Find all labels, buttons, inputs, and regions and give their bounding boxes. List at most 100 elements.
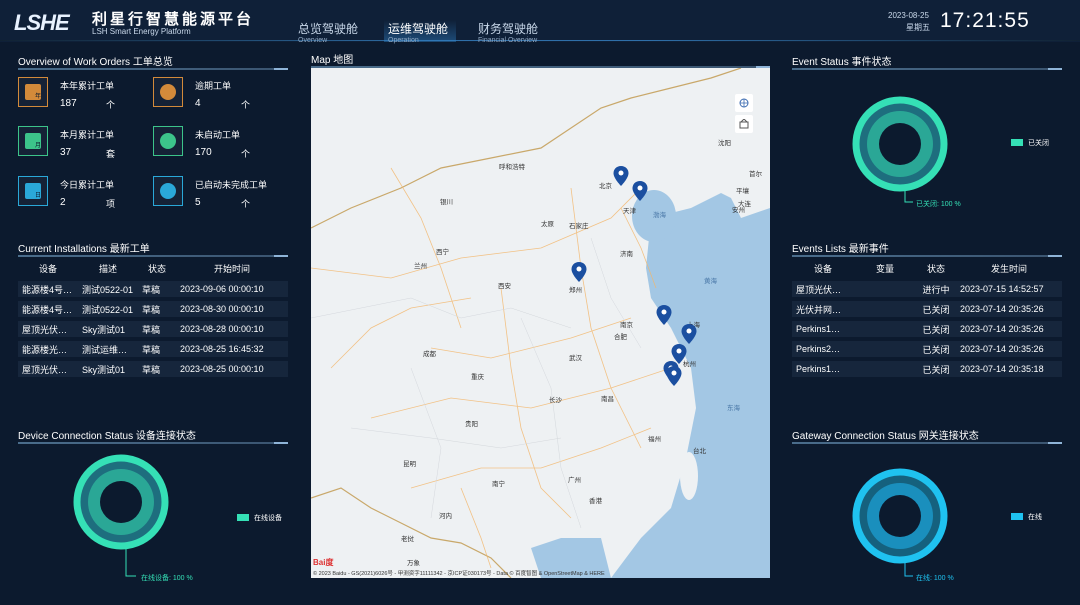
column-header: 状态 — [147, 263, 166, 274]
donut-hole — [879, 123, 921, 165]
work-order-icon: 月 — [18, 126, 48, 156]
map-city-label: 昆明 — [403, 461, 416, 468]
map-city-label: 武汉 — [569, 355, 582, 362]
table-cell: 草稿 — [138, 281, 176, 297]
table-cell: 测试0522-01 — [78, 281, 138, 297]
map-city-label: 台北 — [693, 448, 706, 455]
map-city-label: 成都 — [423, 351, 436, 358]
map-city-label: 广州 — [568, 477, 581, 484]
work-order-unit: 套 — [106, 149, 116, 159]
china-map[interactable]: 呼和浩特北京天津沈阳银川太原石家庄西宁兰州济南西安郑州合肥南京上海成都武汉杭州重… — [311, 68, 770, 578]
installations-table: 设备 描述 状态 开始时间 能源楼4号… 测试0522-01 草稿 2023-09-0… — [18, 255, 288, 381]
table-cell: 屋顶光伏… — [18, 321, 78, 337]
table-cell — [854, 321, 916, 337]
table-row[interactable]: 屋顶光伏… Sky测试01 草稿 2023-08-25 00:00:10 — [18, 361, 288, 377]
map-city-label: 天津 — [623, 208, 636, 215]
table-row[interactable]: 能源楼光… 测试运维… 草稿 2023-08-25 16:45:32 — [18, 341, 288, 357]
tab-financial[interactable]: 财务驾驶舱 Financial Overview — [478, 20, 558, 44]
province-borders — [311, 237, 642, 529]
event-legend-swatch — [1011, 139, 1023, 146]
table-cell: 2023-08-28 00:00:10 — [176, 321, 288, 337]
map-city-label: 黄海 — [704, 278, 717, 285]
work-order-label: 今日累计工单 — [60, 180, 115, 190]
table-cell — [854, 361, 916, 377]
map-city-label: 呼和浩特 — [499, 164, 525, 171]
table-cell: 2023-07-14 20:35:18 — [956, 361, 1062, 377]
map-city-label: 老挝 — [401, 536, 414, 543]
map-city-label: 平壤 — [736, 188, 749, 195]
gateway-status-title: Gateway Connection Status 网关连接状态 — [792, 431, 979, 442]
work-order-glyph — [160, 84, 176, 100]
work-order-label: 本年累计工单 — [60, 81, 115, 91]
tab-financial-sublabel: Financial Overview — [478, 37, 538, 44]
table-cell: 2023-07-14 20:35:26 — [956, 341, 1062, 357]
table-cell: Perkins1… — [792, 361, 854, 377]
work-order-label: 未启动工单 — [195, 130, 241, 140]
tab-operation-sublabel: Operation — [388, 37, 419, 44]
tab-overview[interactable]: 总览驾驶舱 Overview — [298, 20, 368, 44]
table-cell: 2023-07-14 20:35:26 — [956, 321, 1062, 337]
map-copyright: © 2023 Baidu - GS(2021)6026号 - 甲测资字11111… — [313, 571, 605, 577]
table-cell: 草稿 — [138, 301, 176, 317]
table-row[interactable]: 能源楼4号… 测试0522-01 草稿 2023-09-06 00:00:10 — [18, 281, 288, 297]
donut-hole — [100, 481, 142, 523]
table-row[interactable]: 屋顶光伏… 进行中 2023-07-15 14:52:57 — [792, 281, 1062, 297]
table-row[interactable]: 光伏并网… 已关闭 2023-07-14 20:35:26 — [792, 301, 1062, 317]
map-pin-icon[interactable] — [681, 324, 697, 344]
donut-hole — [879, 495, 921, 537]
work-order-value: 37 — [60, 147, 72, 158]
map-city-label: 南京 — [620, 322, 633, 329]
map-canvas[interactable] — [311, 68, 770, 578]
map-city-label: 西宁 — [436, 249, 449, 256]
table-cell: 光伏并网… — [792, 301, 854, 317]
work-order-glyph — [160, 133, 176, 149]
baidu-logo: Bai度 — [313, 558, 334, 567]
table-row[interactable]: Perkins2… 已关闭 2023-07-14 20:35:26 — [792, 341, 1062, 357]
tab-overview-sublabel: Overview — [298, 37, 328, 44]
work-order-icon — [153, 126, 183, 156]
gateway-legend-label: 在线 — [1028, 514, 1042, 521]
column-header: 开始时间 — [213, 263, 250, 274]
work-order-unit: 个 — [241, 149, 251, 159]
map-layer-button[interactable] — [735, 94, 753, 112]
map-pin-icon[interactable] — [571, 262, 587, 282]
map-pin-icon[interactable] — [613, 166, 629, 186]
map-city-label: 西安 — [498, 283, 511, 290]
table-cell: 屋顶光伏… — [792, 281, 854, 297]
map-pin-icon[interactable] — [656, 305, 672, 325]
map-pin-icon[interactable] — [632, 181, 648, 201]
map-city-label: 合肥 — [614, 334, 627, 341]
table-cell: 能源楼光… — [18, 341, 78, 357]
map-city-label: 大连 — [738, 201, 751, 208]
table-cell: Sky测试01 — [78, 321, 138, 337]
map-pin-icon[interactable] — [666, 366, 682, 386]
work-order-unit: 个 — [241, 100, 251, 110]
table-row[interactable]: 能源楼4号… 测试0522-01 草稿 2023-08-30 00:00:10 — [18, 301, 288, 317]
work-order-unit: 个 — [241, 199, 251, 209]
map-city-label: 石家庄 — [569, 223, 589, 230]
status-badge: 进行中 — [916, 281, 956, 297]
status-badge: 已关闭 — [916, 341, 956, 357]
table-cell: 草稿 — [138, 361, 176, 377]
road-network — [311, 167, 672, 569]
table-cell: 草稿 — [138, 321, 176, 337]
taiwan-island — [680, 452, 698, 500]
map-city-label: 南昌 — [601, 396, 614, 403]
table-cell — [854, 341, 916, 357]
table-cell: 2023-07-15 14:52:57 — [956, 281, 1062, 297]
table-row[interactable]: Perkins1… 已关闭 2023-07-14 20:35:18 — [792, 361, 1062, 377]
map-city-label: 贵阳 — [465, 421, 478, 428]
table-row[interactable]: Perkins1… 已关闭 2023-07-14 20:35:26 — [792, 321, 1062, 337]
work-order-icon: 年 — [18, 77, 48, 107]
status-badge: 已关闭 — [916, 321, 956, 337]
column-header: 变量 — [875, 263, 894, 274]
map-city-label: 兰州 — [414, 263, 427, 270]
table-row[interactable]: 屋顶光伏… Sky测试01 草稿 2023-08-28 00:00:10 — [18, 321, 288, 337]
tab-operation[interactable]: 运维驾驶舱 Operation — [384, 20, 456, 44]
map-city-label: 渤海 — [653, 212, 666, 219]
map-title: Map 地图 — [311, 55, 354, 66]
map-traffic-button[interactable] — [735, 115, 753, 133]
table-cell: 2023-08-25 00:00:10 — [176, 361, 288, 377]
work-order-unit: 项 — [106, 199, 116, 209]
tab-overview-label: 总览驾驶舱 — [298, 22, 359, 36]
